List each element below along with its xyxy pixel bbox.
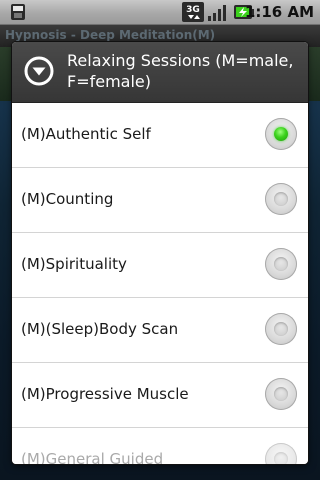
sd-card-icon — [9, 3, 27, 25]
network-3g-icon: 3G — [182, 2, 204, 26]
list-item-label: (M)Authentic Self — [21, 125, 151, 143]
list-item-label: (M)Progressive Muscle — [21, 385, 189, 403]
list-item[interactable]: (M)Spirituality — [12, 233, 308, 298]
list-item-label: (M)Counting — [21, 190, 114, 208]
radio-button[interactable] — [265, 248, 297, 280]
app-title: Hypnosis - Deep Meditation(M) — [5, 28, 216, 42]
list-item[interactable]: (M)General Guided — [12, 428, 308, 464]
status-bar: 3G 1:16 AM — [0, 0, 320, 25]
session-list[interactable]: (M)Authentic Self (M)Counting (M)Spiritu… — [12, 103, 308, 464]
chevron-down-circle-icon — [24, 56, 54, 90]
list-item[interactable]: (M)Progressive Muscle — [12, 363, 308, 428]
dialog-title: Relaxing Sessions (M=male, F=female) — [67, 51, 294, 91]
list-item-label: (M)General Guided — [21, 450, 164, 464]
status-time: 1:16 AM — [244, 3, 314, 21]
session-picker-dialog: Relaxing Sessions (M=male, F=female) (M)… — [12, 42, 308, 464]
radio-button[interactable] — [265, 378, 297, 410]
signal-icon — [207, 4, 227, 26]
list-item[interactable]: (M)(Sleep)Body Scan — [12, 298, 308, 363]
radio-button[interactable] — [265, 443, 297, 464]
list-item[interactable]: (M)Counting — [12, 168, 308, 233]
list-item-label: (M)Spirituality — [21, 255, 127, 273]
radio-button[interactable] — [265, 183, 297, 215]
svg-text:3G: 3G — [186, 5, 200, 15]
list-item[interactable]: (M)Authentic Self — [12, 103, 308, 168]
radio-button[interactable] — [265, 313, 297, 345]
list-item-label: (M)(Sleep)Body Scan — [21, 320, 179, 338]
dialog-header: Relaxing Sessions (M=male, F=female) — [12, 42, 308, 103]
radio-button-selected[interactable] — [265, 118, 297, 150]
